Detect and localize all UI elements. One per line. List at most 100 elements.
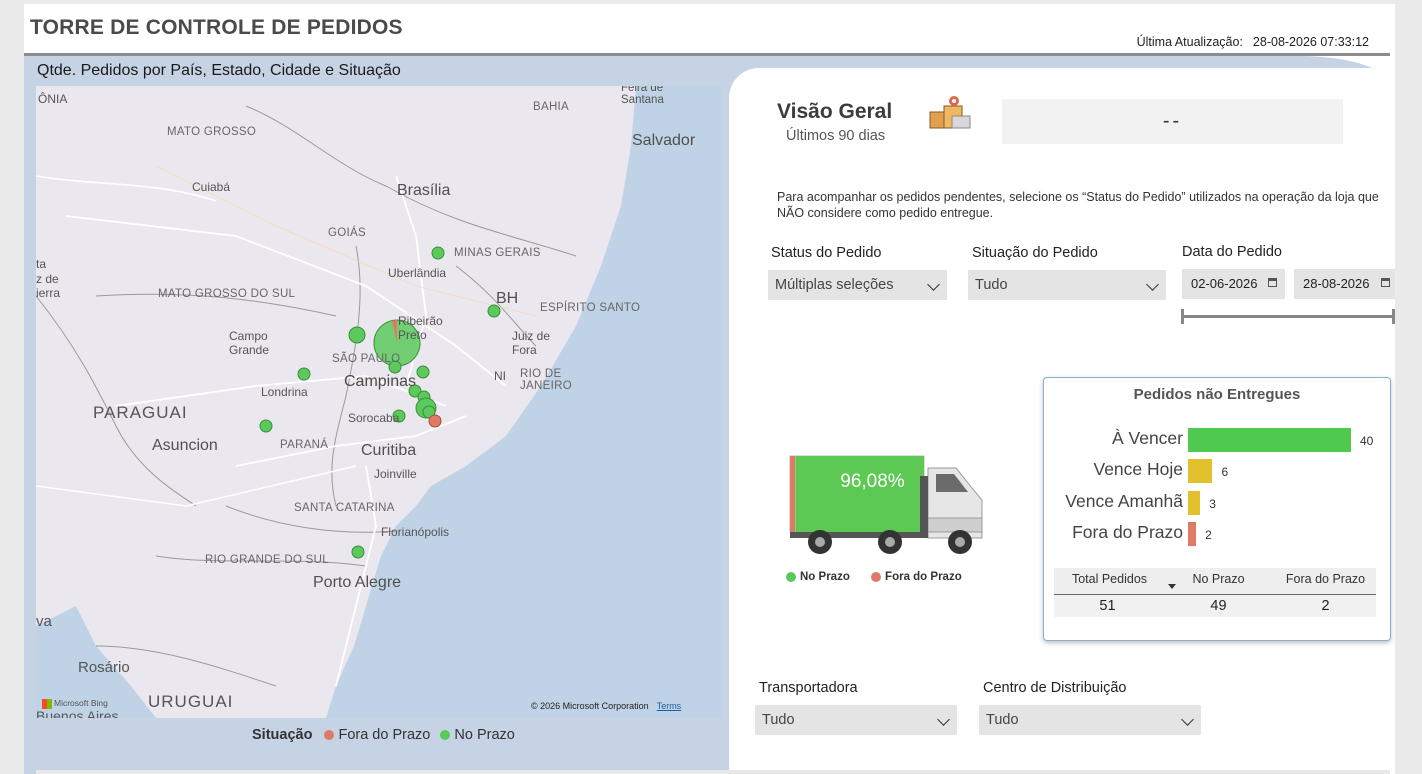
bar-category-label: Vence Hoje [1093, 459, 1183, 480]
legend-item[interactable]: Fora do Prazo [338, 727, 430, 743]
map-label: URUGUAI [148, 692, 234, 711]
map-label: Salvador [632, 132, 696, 149]
copyright-text: © 2026 Microsoft Corporation [531, 701, 649, 711]
map-label: PARAGUAI [93, 403, 188, 422]
slider-handle-start[interactable] [1181, 309, 1184, 324]
map-label: Asuncion [152, 437, 218, 454]
table-cell-total: 51 [1099, 598, 1116, 614]
bottom-strip [36, 770, 1390, 774]
table-row: 51 49 2 [1054, 595, 1376, 617]
date-from-input[interactable]: 02-06-2026 [1182, 269, 1285, 299]
transportadora-dropdown[interactable]: Tudo [755, 705, 957, 735]
instructions-text: Para acompanhar os pedidos pendentes, se… [777, 190, 1379, 220]
map-label: Campinas [344, 373, 417, 390]
map-label: Rosário [78, 659, 130, 676]
map-label: Feira de Santana [621, 86, 664, 106]
order-map[interactable]: ÔNIA MATO GROSSO BAHIA Feira de Santana … [36, 86, 722, 718]
chevron-down-icon [1146, 278, 1159, 291]
map-label: ierra [36, 286, 61, 300]
truck-gauge [789, 455, 983, 554]
map-label: PARANÁ [280, 439, 329, 451]
map-bubble-fora[interactable] [428, 414, 442, 428]
map-label: ta [36, 257, 47, 271]
summary-table-header: Total Pedidos No Prazo Fora do Prazo [1054, 568, 1376, 595]
legend-title: Situação [252, 727, 313, 743]
calendar-icon[interactable] [1268, 278, 1277, 287]
map-label: Sorocaba [348, 411, 400, 425]
truck-legend-no-prazo: No Prazo [800, 571, 850, 583]
chevron-down-icon[interactable] [1181, 713, 1194, 726]
transportadora-label: Transportadora [759, 680, 858, 696]
last-update: Última Atualização: 28-08-2026 07:33:12 [1137, 35, 1369, 49]
truck-no-prazo-fill [795, 456, 924, 532]
bar[interactable] [1188, 428, 1351, 452]
overview-subtitle: Últimos 90 dias [786, 128, 886, 144]
fora-prazo-dot-icon [871, 571, 882, 582]
status-filter-dropdown[interactable]: Múltiplas seleções [768, 270, 947, 300]
table-header-total[interactable]: Total Pedidos [1056, 572, 1163, 586]
map-bubble[interactable] [297, 367, 311, 381]
terms-link[interactable]: Terms [657, 701, 682, 711]
bar[interactable] [1188, 459, 1213, 484]
bar-row[interactable]: Fora do Prazo 2 [1044, 520, 1390, 546]
map-bubble[interactable] [351, 545, 365, 559]
truck-legend: No Prazo Fora do Prazo [786, 571, 962, 583]
map-label: Ribeirão Preto [398, 314, 443, 342]
legend-item[interactable]: No Prazo [454, 727, 514, 743]
microsoft-logo-icon [42, 698, 52, 709]
cd-dropdown[interactable]: Tudo [979, 705, 1201, 735]
table-header-no-prazo[interactable]: No Prazo [1165, 572, 1272, 586]
map-label: ESPÍRITO SANTO [540, 302, 641, 314]
map-label: BAHIA [533, 101, 570, 113]
bar-value-label: 2 [1205, 527, 1212, 542]
last-update-value: 28-08-2026 07:33:12 [1252, 35, 1369, 49]
map-label: BH [496, 290, 519, 307]
situacao-filter-dropdown[interactable]: Tudo [968, 270, 1166, 300]
overview-panel: Visão Geral Últimos 90 dias -- Para acom… [729, 68, 1395, 774]
calendar-icon[interactable] [1381, 278, 1390, 287]
chevron-down-icon[interactable] [937, 713, 950, 726]
map-label: Campo Grande [229, 329, 270, 357]
map-copyright: © 2026 Microsoft Corporation Terms [531, 701, 681, 711]
page-title: TORRE DE CONTROLE DE PEDIDOS [30, 16, 403, 39]
chevron-down-icon [927, 278, 940, 291]
bar-row[interactable]: À Vencer 40 [1044, 426, 1390, 452]
table-cell-fora: 2 [1321, 598, 1330, 614]
dashboard-page: TORRE DE CONTROLE DE PEDIDOS Última Atua… [24, 4, 1395, 774]
bing-logo: Microsoft Bing [42, 698, 108, 709]
map-base [36, 86, 722, 718]
map-label: RIO GRANDE DO SUL [205, 554, 329, 566]
cd-label: Centro de Distribuição [983, 680, 1127, 696]
map-label: MATO GROSSO DO SUL [158, 288, 296, 300]
fora-prazo-dot-icon [324, 730, 335, 741]
map-bubble[interactable] [259, 419, 273, 433]
map-label: Buenos Aires [36, 708, 119, 718]
delivery-boxes-icon [924, 94, 974, 139]
bar-value-label: 40 [1360, 434, 1374, 448]
overview-title: Visão Geral [777, 100, 893, 123]
map-label: ÔNIA [38, 92, 68, 106]
map-label: MATO GROSSO [167, 126, 257, 138]
map-label: va [36, 613, 52, 630]
slider-handle-end[interactable] [1392, 309, 1395, 324]
bar[interactable] [1188, 490, 1201, 515]
map-label: Curitiba [361, 442, 417, 459]
map-bubble[interactable] [431, 246, 445, 260]
map-label: GOIÁS [328, 227, 366, 239]
map-bubble[interactable] [416, 365, 430, 379]
date-range-slider[interactable] [1181, 309, 1395, 324]
table-cell-no-prazo: 49 [1210, 598, 1227, 614]
bar-row[interactable]: Vence Amanhã 3 [1044, 489, 1390, 515]
date-from-value: 02-06-2026 [1191, 276, 1258, 291]
bar-row[interactable]: Vence Hoje 6 [1044, 457, 1390, 484]
date-to-input[interactable]: 28-08-2026 [1294, 269, 1395, 299]
bing-text: Microsoft Bing [54, 698, 108, 708]
bar[interactable] [1188, 521, 1197, 546]
situacao-filter-label: Situação do Pedido [972, 245, 1098, 261]
table-header-fora[interactable]: Fora do Prazo [1272, 572, 1379, 586]
map-label: SANTA CATARINA [294, 502, 395, 514]
map-label: SÃO PAULO [332, 353, 401, 365]
map-bubble[interactable] [348, 326, 366, 344]
map-label: Porto Alegre [313, 574, 402, 591]
map-legend: Situação Fora do Prazo No Prazo [252, 727, 515, 743]
